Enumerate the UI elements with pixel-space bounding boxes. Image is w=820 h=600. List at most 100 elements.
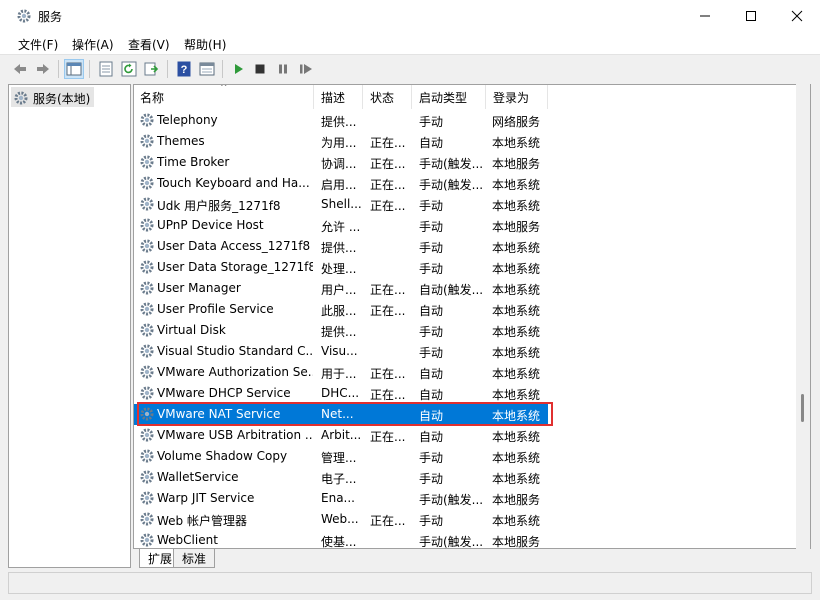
- table-row[interactable]: Virtual Disk 提供... 手动 本地系统: [134, 320, 548, 341]
- gear-icon: [140, 260, 154, 274]
- refresh-button[interactable]: [119, 59, 139, 79]
- gear-icon: [17, 9, 31, 23]
- gear-icon: [140, 281, 154, 295]
- service-name: WalletService: [157, 470, 239, 484]
- service-startup-type: 手动: [419, 472, 444, 486]
- service-description: Arbit...: [321, 428, 361, 442]
- service-startup-type: 手动(触发...: [419, 493, 484, 507]
- table-row[interactable]: Touch Keyboard and Ha... 启用... 正在... 手动(触发.…: [134, 173, 548, 194]
- menu-file[interactable]: 文件(F): [18, 36, 58, 53]
- stop-icon: [255, 64, 265, 74]
- gear-icon: [140, 470, 154, 484]
- service-name: Touch Keyboard and Ha...: [157, 176, 310, 190]
- gear-icon: [140, 302, 154, 316]
- table-row[interactable]: VMware Authorization Se... 用于... 正在... 自动 本地…: [134, 362, 548, 383]
- table-row[interactable]: Visual Studio Standard C... Visu... 手动 本地系统: [134, 341, 548, 362]
- service-name: Time Broker: [157, 155, 230, 169]
- service-logon-as: 本地系统: [492, 136, 541, 150]
- service-name: User Data Storage_1271f8: [157, 260, 313, 274]
- gear-icon: [140, 155, 154, 169]
- service-name: VMware USB Arbitration ...: [157, 428, 313, 442]
- table-row[interactable]: User Profile Service 此服... 正在... 自动 本地系统: [134, 299, 548, 320]
- service-status: 正在...: [370, 430, 406, 444]
- service-logon-as: 本地系统: [492, 472, 541, 486]
- table-row[interactable]: Telephony 提供... 手动 网络服务: [134, 110, 548, 131]
- export-icon: [144, 62, 159, 76]
- menu-view[interactable]: 查看(V): [128, 36, 170, 53]
- service-description: Visu...: [321, 344, 358, 358]
- export-list-button[interactable]: [142, 59, 162, 79]
- column-header-label: 描述: [321, 90, 346, 105]
- table-row[interactable]: WebClient 使基... 手动(触发... 本地服务: [134, 530, 548, 548]
- refresh-icon: [121, 61, 137, 77]
- service-description: 为用...: [321, 136, 357, 150]
- column-header-name[interactable]: 名称 ^: [134, 85, 314, 109]
- properties-button[interactable]: [96, 59, 116, 79]
- service-name: User Profile Service: [157, 302, 274, 316]
- service-description: Net...: [321, 407, 354, 421]
- svg-text:?: ?: [181, 64, 188, 76]
- column-header-status[interactable]: 状态: [364, 85, 412, 109]
- stop-service-button[interactable]: [250, 59, 270, 79]
- table-row[interactable]: WalletService 电子... 手动 本地系统: [134, 467, 548, 488]
- table-row[interactable]: User Data Access_1271f8 提供... 手动 本地系统: [134, 236, 548, 257]
- restart-service-button[interactable]: [296, 59, 316, 79]
- column-header-logon-as[interactable]: 登录为: [487, 85, 548, 109]
- table-row[interactable]: UPnP Device Host 允许 ... 手动 本地服务: [134, 215, 548, 236]
- back-button[interactable]: [10, 59, 30, 79]
- service-logon-as: 本地系统: [492, 430, 541, 444]
- service-description: 提供...: [321, 325, 357, 339]
- service-startup-type: 手动: [419, 262, 444, 276]
- service-status: 正在...: [370, 178, 406, 192]
- gear-icon: [140, 344, 154, 358]
- help-button[interactable]: ?: [174, 59, 194, 79]
- service-name: VMware NAT Service: [157, 407, 281, 421]
- service-logon-as: 本地系统: [492, 451, 541, 465]
- table-row[interactable]: Web 帐户管理器 Web... 正在... 手动 本地系统: [134, 509, 548, 530]
- service-description: 此服...: [321, 304, 357, 318]
- table-row[interactable]: User Manager 用户... 正在... 自动(触发... 本地系统: [134, 278, 548, 299]
- service-description: 提供...: [321, 115, 357, 129]
- column-header-label: 登录为: [493, 90, 530, 105]
- column-header-row: 名称 ^ 描述 状态 启动类型 登录为: [134, 85, 800, 109]
- table-row[interactable]: Time Broker 协调... 正在... 手动(触发... 本地服务: [134, 152, 548, 173]
- table-row[interactable]: Themes 为用... 正在... 自动 本地系统: [134, 131, 548, 152]
- gear-icon: [140, 197, 154, 211]
- menu-help[interactable]: 帮助(H): [184, 36, 226, 53]
- service-logon-as: 本地系统: [492, 325, 541, 339]
- pause-service-button[interactable]: [273, 59, 293, 79]
- service-startup-type: 自动: [419, 136, 444, 150]
- table-row-selected[interactable]: VMware NAT Service Net... 自动 本地系统: [134, 404, 548, 425]
- tab-standard[interactable]: 标准: [173, 549, 216, 568]
- column-header-description[interactable]: 描述: [315, 85, 363, 109]
- forward-button[interactable]: [33, 59, 53, 79]
- service-logon-as: 本地系统: [492, 346, 541, 360]
- service-logon-as: 本地系统: [492, 409, 541, 423]
- show-action-pane-button[interactable]: [197, 59, 217, 79]
- start-service-button[interactable]: [228, 59, 248, 79]
- show-hide-console-tree-button[interactable]: [64, 59, 84, 79]
- scrollbar-thumb[interactable]: [801, 394, 804, 422]
- action-pane-icon: [199, 62, 215, 76]
- service-logon-as: 本地系统: [492, 283, 541, 297]
- table-row[interactable]: Volume Shadow Copy 管理... 手动 本地系统: [134, 446, 548, 467]
- arrow-left-icon: [14, 64, 26, 74]
- table-row[interactable]: VMware DHCP Service DHC... 正在... 自动 本地系统: [134, 383, 548, 404]
- column-header-startup-type[interactable]: 启动类型: [413, 85, 486, 109]
- vertical-scrollbar[interactable]: [796, 84, 810, 549]
- table-row[interactable]: User Data Storage_1271f8 处理... 手动 本地系统: [134, 257, 548, 278]
- service-description: 电子...: [321, 472, 357, 486]
- service-logon-as: 本地系统: [492, 199, 541, 213]
- menu-action[interactable]: 操作(A): [72, 36, 114, 53]
- maximize-button[interactable]: [728, 0, 774, 32]
- table-row[interactable]: Warp JIT Service Ena... 手动(触发... 本地服务: [134, 488, 548, 509]
- close-button[interactable]: [774, 0, 820, 32]
- table-row[interactable]: Udk 用户服务_1271f8 Shell... 正在... 手动 本地系统: [134, 194, 548, 215]
- service-startup-type: 手动: [419, 115, 444, 129]
- toolbar-separator: [167, 60, 168, 78]
- tree-item-services-local[interactable]: 服务(本地): [11, 87, 95, 107]
- sort-ascending-icon: ^: [220, 84, 228, 93]
- minimize-button[interactable]: [682, 0, 728, 32]
- table-row[interactable]: VMware USB Arbitration ... Arbit... 正在... 自…: [134, 425, 548, 446]
- toolbar-separator: [222, 60, 223, 78]
